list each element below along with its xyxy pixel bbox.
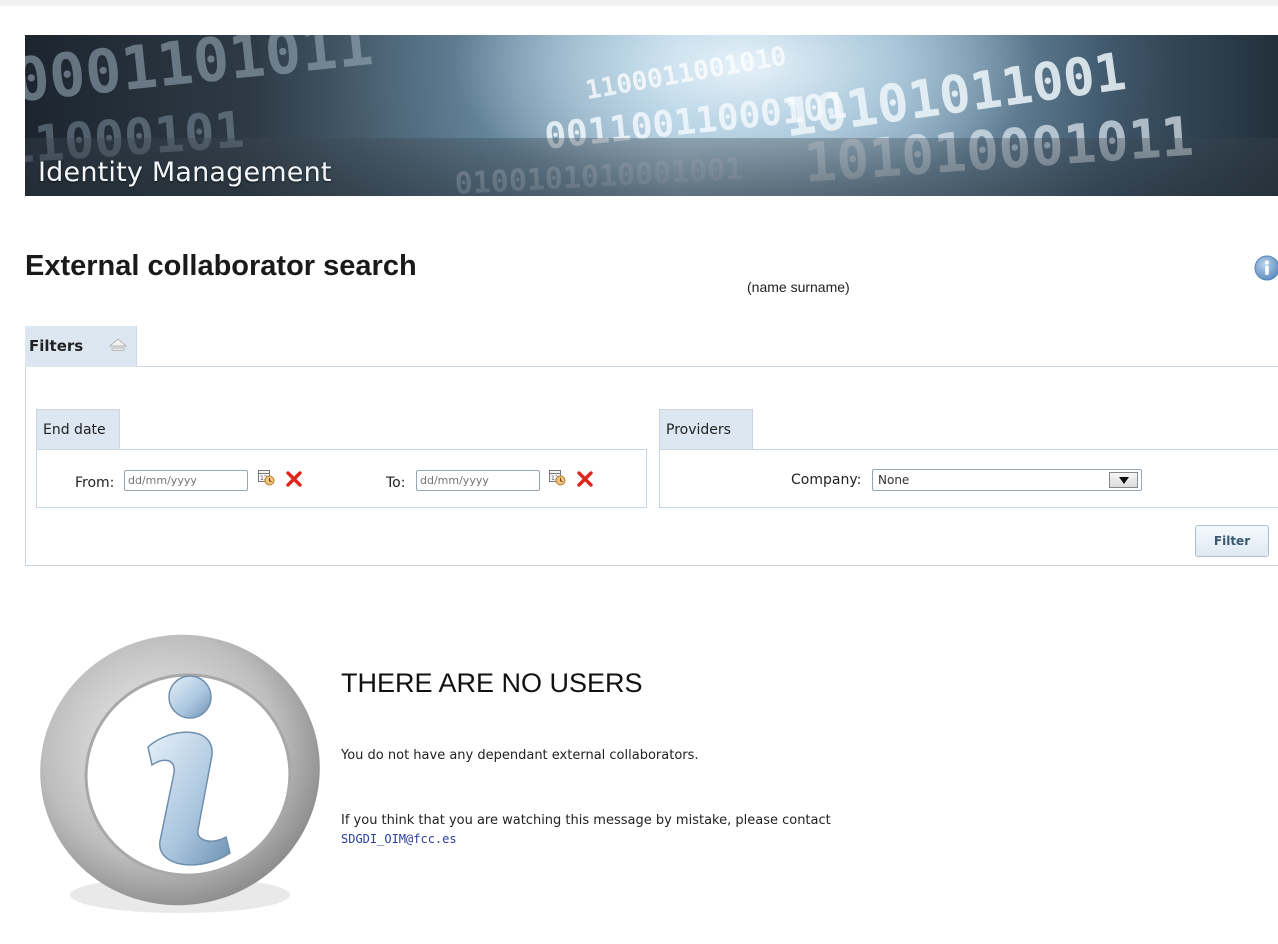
collapse-up-icon[interactable] xyxy=(107,335,129,355)
empty-state-title: THERE ARE NO USERS xyxy=(341,668,643,698)
contact-email-link[interactable]: SDGDI_OIM@fcc.es xyxy=(341,832,457,846)
to-date-input[interactable] xyxy=(416,470,540,491)
contact-text: If you think that you are watching this … xyxy=(341,813,831,828)
clear-to-date-icon[interactable] xyxy=(576,470,594,488)
end-date-label: End date xyxy=(43,422,106,438)
company-select-value: None xyxy=(878,473,910,487)
providers-tab: Providers xyxy=(659,409,753,450)
clear-from-date-icon[interactable] xyxy=(285,470,303,488)
page-title: External collaborator search xyxy=(25,250,417,282)
info-icon[interactable] xyxy=(1254,255,1278,281)
filters-tab-label: Filters xyxy=(29,337,84,355)
calendar-icon[interactable]: 12 xyxy=(548,468,566,486)
end-date-tab: End date xyxy=(36,409,120,450)
from-date-input[interactable] xyxy=(124,470,248,491)
dropdown-arrow-icon[interactable] xyxy=(1109,472,1138,488)
providers-label: Providers xyxy=(666,422,731,438)
large-info-icon xyxy=(40,634,320,913)
header-banner: 0001101011 1100011001010 10101011001 001… xyxy=(25,35,1278,196)
calendar-icon[interactable]: 12 xyxy=(257,468,275,486)
top-strip xyxy=(0,0,1278,6)
company-select[interactable]: None xyxy=(872,469,1142,491)
app-title: Identity Management xyxy=(38,157,332,188)
company-label: Company: xyxy=(791,472,862,488)
empty-state-message: You do not have any dependant external c… xyxy=(341,748,699,763)
name-surname-hint: (name surname) xyxy=(747,279,850,295)
to-label: To: xyxy=(386,475,406,491)
filters-tab[interactable]: Filters xyxy=(25,326,137,367)
filter-button[interactable]: Filter xyxy=(1195,525,1269,557)
from-label: From: xyxy=(75,475,115,491)
